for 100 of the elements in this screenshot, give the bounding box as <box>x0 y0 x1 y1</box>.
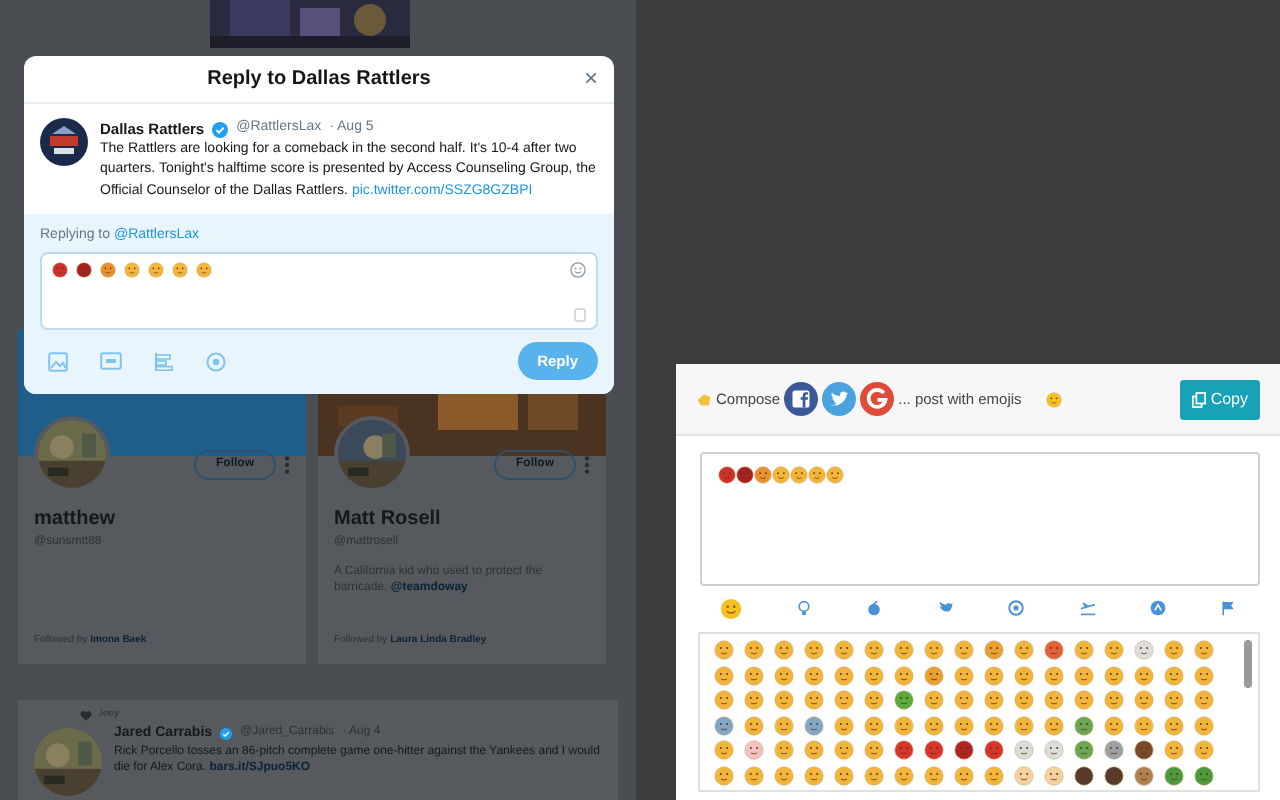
emoji-icon[interactable] <box>803 715 823 735</box>
smiley-icon[interactable] <box>1045 391 1062 407</box>
emoji-icon[interactable] <box>1133 690 1153 710</box>
emoji-icon[interactable] <box>1133 665 1153 685</box>
emoji-icon[interactable] <box>1163 640 1183 660</box>
google-icon[interactable] <box>860 382 895 416</box>
emoji-icon[interactable] <box>743 765 763 785</box>
emoji-icon[interactable] <box>893 765 913 785</box>
emoji-icon[interactable] <box>863 715 883 735</box>
emoji-icon[interactable] <box>1193 715 1213 735</box>
emoji-icon[interactable] <box>1103 690 1123 710</box>
category-tab[interactable] <box>866 600 883 616</box>
emoji-icon[interactable] <box>803 740 823 760</box>
category-tab[interactable] <box>1149 600 1166 616</box>
emoji-icon[interactable] <box>863 665 883 685</box>
emoji-icon[interactable] <box>1193 740 1213 760</box>
emoji-icon[interactable] <box>773 640 793 660</box>
emoji-icon[interactable] <box>713 715 733 735</box>
emoji-icon[interactable] <box>983 715 1003 735</box>
scrollbar-thumb[interactable] <box>1243 640 1251 688</box>
category-tab[interactable] <box>937 600 954 616</box>
emoji-icon[interactable] <box>1013 690 1033 710</box>
copy-button[interactable]: Copy <box>1180 379 1260 419</box>
emoji-icon[interactable] <box>773 740 793 760</box>
emoji-icon[interactable] <box>808 466 826 484</box>
emoji-icon[interactable] <box>743 715 763 735</box>
emoji-icon[interactable] <box>1193 765 1213 785</box>
emoji-icon[interactable] <box>953 740 973 760</box>
emoji-icon[interactable] <box>1043 715 1063 735</box>
emoji-icon[interactable] <box>1073 690 1093 710</box>
emoji-icon[interactable] <box>773 765 793 785</box>
emoji-icon[interactable] <box>983 640 1003 660</box>
emoji-icon[interactable] <box>1073 740 1093 760</box>
emoji-icon[interactable] <box>893 715 913 735</box>
emoji-text-field[interactable] <box>700 452 1260 586</box>
category-tab[interactable] <box>1008 600 1025 616</box>
emoji-icon[interactable] <box>76 262 92 279</box>
emoji-icon[interactable] <box>772 466 790 484</box>
emoji-icon[interactable] <box>1043 690 1063 710</box>
emoji-icon[interactable] <box>953 715 973 735</box>
emoji-icon[interactable] <box>1073 715 1093 735</box>
emoji-icon[interactable] <box>773 690 793 710</box>
emoji-icon[interactable] <box>923 665 943 685</box>
emoji-icon[interactable] <box>833 765 853 785</box>
category-tab[interactable] <box>719 597 742 619</box>
emoji-icon[interactable] <box>743 640 763 660</box>
emoji-icon[interactable] <box>923 690 943 710</box>
emoji-icon[interactable] <box>773 715 793 735</box>
emoji-icon[interactable] <box>803 665 823 685</box>
emoji-icon[interactable] <box>953 765 973 785</box>
category-tab[interactable] <box>1079 600 1096 616</box>
emoji-icon[interactable] <box>1013 665 1033 685</box>
emoji-icon[interactable] <box>923 765 943 785</box>
emoji-icon[interactable] <box>1133 765 1153 785</box>
emoji-icon[interactable] <box>893 690 913 710</box>
emoji-icon[interactable] <box>1103 665 1123 685</box>
smiley-icon[interactable] <box>570 262 586 279</box>
emoji-icon[interactable] <box>833 640 853 660</box>
emoji-icon[interactable] <box>1133 740 1153 760</box>
emoji-icon[interactable] <box>953 690 973 710</box>
emoji-icon[interactable] <box>863 640 883 660</box>
emoji-icon[interactable] <box>1043 665 1063 685</box>
emoji-icon[interactable] <box>713 640 733 660</box>
emoji-icon[interactable] <box>893 665 913 685</box>
emoji-icon[interactable] <box>736 466 754 484</box>
reply-field[interactable] <box>40 252 598 331</box>
emoji-icon[interactable] <box>803 640 823 660</box>
emoji-icon[interactable] <box>1103 715 1123 735</box>
emoji-icon[interactable] <box>923 715 943 735</box>
emoji-icon[interactable] <box>773 665 793 685</box>
emoji-icon[interactable] <box>1103 740 1123 760</box>
emoji-icon[interactable] <box>1073 765 1093 785</box>
emoji-icon[interactable] <box>1013 715 1033 735</box>
emoji-icon[interactable] <box>1163 715 1183 735</box>
emoji-icon[interactable] <box>803 765 823 785</box>
emoji-icon[interactable] <box>1163 740 1183 760</box>
emoji-icon[interactable] <box>983 690 1003 710</box>
emoji-icon[interactable] <box>1073 640 1093 660</box>
emoji-icon[interactable] <box>893 740 913 760</box>
emoji-icon[interactable] <box>743 690 763 710</box>
emoji-icon[interactable] <box>1193 690 1213 710</box>
emoji-icon[interactable] <box>1073 665 1093 685</box>
emoji-icon[interactable] <box>923 740 943 760</box>
emoji-icon[interactable] <box>983 665 1003 685</box>
emoji-icon[interactable] <box>1193 640 1213 660</box>
emoji-icon[interactable] <box>1193 665 1213 685</box>
emoji-icon[interactable] <box>1163 690 1183 710</box>
emoji-icon[interactable] <box>863 690 883 710</box>
emoji-icon[interactable] <box>833 665 853 685</box>
emoji-icon[interactable] <box>790 466 808 484</box>
emoji-icon[interactable] <box>743 665 763 685</box>
emoji-icon[interactable] <box>953 640 973 660</box>
emoji-icon[interactable] <box>718 466 736 484</box>
emoji-icon[interactable] <box>803 690 823 710</box>
emoji-icon[interactable] <box>1013 640 1033 660</box>
emoji-icon[interactable] <box>833 740 853 760</box>
emoji-icon[interactable] <box>923 640 943 660</box>
emoji-icon[interactable] <box>713 690 733 710</box>
emoji-icon[interactable] <box>1163 665 1183 685</box>
close-button[interactable]: × <box>583 64 598 92</box>
